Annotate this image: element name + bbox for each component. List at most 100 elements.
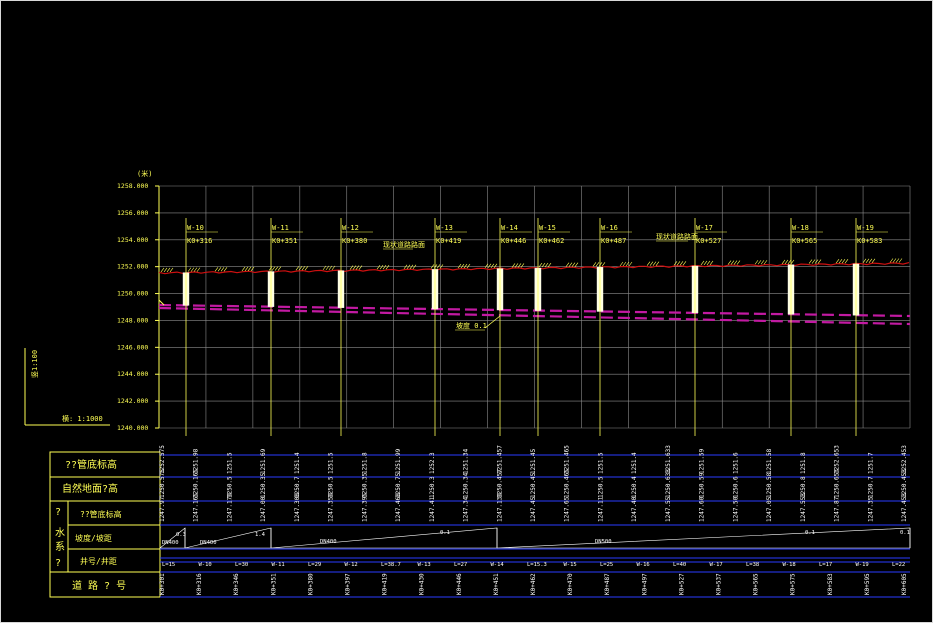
invert-value: 1247.395 [361, 493, 368, 522]
well-name: W-18 [792, 224, 809, 232]
bottom-value: 1250.6 [732, 476, 739, 498]
well-row-value: L=17 [819, 562, 832, 568]
station-value: K0+397 [345, 573, 352, 595]
ground-hatch [352, 265, 357, 270]
ground-hatch [568, 262, 573, 267]
well-row-value: L=38.7 [381, 562, 401, 568]
ground-value: 1251.45 [530, 448, 537, 474]
invert-value: 1247.60 [699, 496, 706, 522]
ground-hatch [679, 261, 684, 266]
ground-hatch [601, 262, 606, 267]
vertical-scale-label: 竖1:100 [30, 350, 39, 378]
horizontal-scale-label: 横: 1:1000 [62, 414, 103, 423]
well-row-value: W-12 [345, 562, 358, 568]
table-data: 1252.575 1251.98 1251.5 1251.69 1251.4 1251.5… [159, 445, 911, 598]
ground-value: 1251.59 [699, 448, 706, 474]
station-value: K0+316 [196, 573, 203, 595]
station-value: K0+527 [678, 573, 685, 595]
ground-hatch [466, 263, 471, 269]
ground-hatch [382, 264, 387, 270]
side-system: 水 [55, 527, 65, 539]
ground-hatch [628, 261, 633, 267]
ground-hatch [385, 264, 390, 270]
ground-hatch [655, 261, 660, 266]
well-station: K0+380 [342, 237, 367, 245]
well-station: K0+351 [272, 237, 297, 245]
ground-value: 1251.7 [867, 452, 874, 474]
ground-hatch [709, 260, 714, 266]
bottom-value: 1250.3 [429, 476, 436, 498]
pipe-size-label: DN500 [595, 539, 612, 545]
bottom-value: 1250.653 [834, 469, 841, 498]
ground-value: 1251.99 [395, 448, 402, 474]
ground-hatch [808, 259, 813, 264]
bottom-value: 1250.59 [699, 472, 706, 498]
slope-note: 坡度 0.1 [456, 321, 487, 330]
slope-tag: 0.1 [900, 530, 910, 536]
ground-hatch [217, 267, 222, 272]
ground-hatch [757, 260, 762, 265]
well-row-value: W-13 [418, 562, 431, 568]
y-tick-label: 1240.000 [117, 424, 148, 432]
ground-hatch [703, 260, 708, 266]
ground-hatch [169, 267, 174, 273]
ground-value: 1251.4 [294, 452, 301, 474]
ground-hatch [889, 258, 894, 263]
station-value: K0+497 [641, 573, 648, 595]
well-row-value: L=15 [162, 562, 175, 568]
well-row-value: L=25 [600, 562, 613, 568]
svg-text:系: 系 [55, 541, 65, 553]
y-tick-label: 1250.000 [117, 290, 148, 298]
ground-value: 1251.34 [463, 448, 470, 474]
ground-hatch [733, 260, 738, 265]
ground-hatch [457, 263, 462, 269]
ground-hatch [376, 264, 381, 270]
ground-hatch [247, 266, 252, 272]
slope-triangle [270, 527, 498, 549]
row-header-pipe-bottom: ??管底标高 [65, 458, 117, 471]
ground-hatch [565, 262, 570, 267]
ground-hatch [838, 259, 843, 264]
invert-value: 1247.50 [732, 496, 739, 522]
well-name: W-19 [857, 224, 874, 232]
side-q1: ? [55, 507, 61, 518]
well-name: W-16 [601, 224, 618, 232]
ground-hatch [895, 258, 900, 263]
slope-tag: 0.1 [805, 530, 815, 536]
station-value: K0+583 [827, 573, 834, 595]
station-value: K0+565 [753, 573, 760, 595]
axis-unit: (米) [137, 169, 152, 178]
pipe-size-label: DN400 [320, 539, 337, 545]
well-station: K0+462 [539, 237, 564, 245]
bottom-value: 1250.575 [159, 469, 166, 498]
well-station: K0+446 [501, 237, 526, 245]
ground-hatch [463, 263, 468, 269]
invert-value: 1247.40 [631, 496, 638, 522]
invert-value: 1247.300 [294, 493, 301, 522]
ground-value: 1251.8 [800, 452, 807, 474]
well-row-value: L=40 [673, 562, 686, 568]
well-row-value: L=15.3 [527, 562, 547, 568]
ground-hatch [787, 259, 792, 265]
bottom-value: 1250.5 [598, 476, 605, 498]
station-value: K0+380 [307, 573, 314, 595]
invert-value: 1247.11 [598, 496, 605, 522]
ground-hatch [358, 265, 363, 270]
ground-hatch [754, 260, 759, 265]
ground-hatch [622, 261, 627, 267]
well-name: W-11 [272, 224, 289, 232]
well-station: K0+419 [436, 237, 461, 245]
ground-hatch [250, 266, 255, 272]
bottom-value: 1250.465 [564, 469, 571, 498]
ground-hatch [841, 259, 846, 264]
invert-value: 1247.460 [395, 493, 402, 522]
scale-note: 竖1:100 横: 1:1000 [24, 348, 110, 426]
road-label-1: 现状道路路面 [383, 240, 425, 249]
ground-hatch [574, 262, 579, 267]
well-row-value: L=30 [235, 562, 248, 568]
ground-hatch [214, 267, 219, 272]
invert-value: 1247.65 [564, 496, 571, 522]
pipe-size-label: DN400 [200, 540, 217, 546]
ground-hatch [196, 267, 201, 272]
invert-value: 1247.87 [834, 496, 841, 522]
